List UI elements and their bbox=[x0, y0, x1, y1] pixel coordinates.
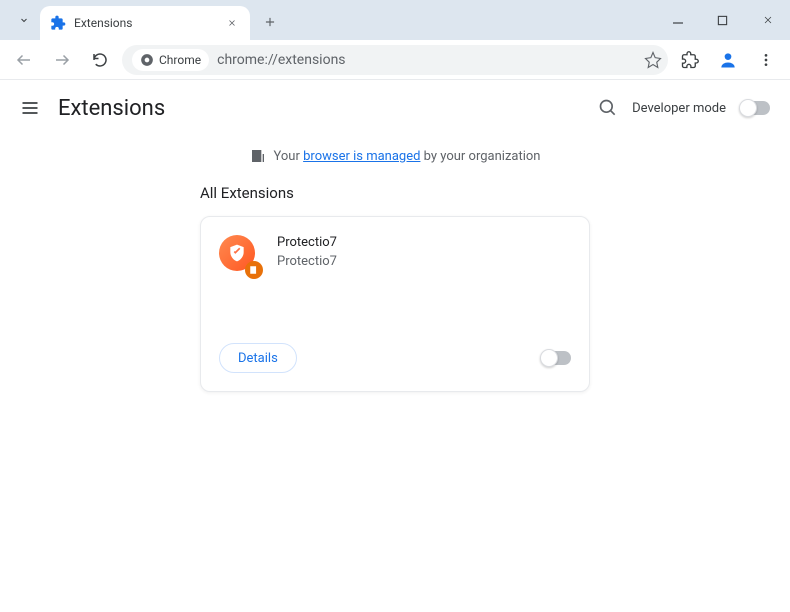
reload-button[interactable] bbox=[84, 44, 116, 76]
managed-badge-icon bbox=[245, 261, 263, 279]
maximize-icon bbox=[717, 15, 728, 26]
person-icon bbox=[718, 50, 738, 70]
extension-name: Protectio7 bbox=[277, 235, 337, 250]
address-bar[interactable]: Chrome chrome://extensions bbox=[122, 45, 668, 75]
maximize-button[interactable] bbox=[700, 0, 745, 40]
puzzle-icon bbox=[681, 51, 699, 69]
dev-mode-label: Developer mode bbox=[632, 101, 726, 116]
close-icon bbox=[227, 18, 237, 28]
tab-strip: Extensions bbox=[0, 0, 790, 40]
profile-button[interactable] bbox=[712, 44, 744, 76]
arrow-left-icon bbox=[15, 51, 33, 69]
reload-icon bbox=[91, 51, 109, 69]
chrome-icon bbox=[140, 53, 154, 67]
back-button[interactable] bbox=[8, 44, 40, 76]
extensions-button[interactable] bbox=[674, 44, 706, 76]
managed-banner: Your browser is managed by your organiza… bbox=[0, 136, 790, 184]
close-window-button[interactable] bbox=[745, 0, 790, 40]
building-icon bbox=[250, 148, 266, 164]
extension-card: Protectio7 Protectio7 Details bbox=[200, 216, 590, 392]
menu-toggle[interactable] bbox=[20, 98, 40, 118]
new-tab-button[interactable] bbox=[256, 8, 284, 36]
browser-toolbar: Chrome chrome://extensions bbox=[0, 40, 790, 80]
minimize-button[interactable] bbox=[655, 0, 700, 40]
kebab-icon bbox=[758, 52, 774, 68]
details-button[interactable]: Details bbox=[219, 343, 297, 373]
extension-toggle[interactable] bbox=[541, 351, 571, 365]
star-icon bbox=[644, 51, 662, 69]
extension-description: Protectio7 bbox=[277, 254, 337, 269]
managed-link[interactable]: browser is managed bbox=[303, 149, 420, 164]
chip-label: Chrome bbox=[159, 53, 201, 67]
menu-button[interactable] bbox=[750, 44, 782, 76]
plus-icon bbox=[263, 15, 277, 29]
extensions-header: Extensions Developer mode bbox=[0, 80, 790, 136]
close-icon bbox=[762, 14, 774, 26]
extension-icon bbox=[219, 235, 259, 275]
dev-mode-toggle[interactable] bbox=[740, 101, 770, 115]
tab-title: Extensions bbox=[74, 16, 132, 30]
site-chip[interactable]: Chrome bbox=[132, 49, 209, 71]
puzzle-icon bbox=[50, 15, 66, 31]
close-tab-button[interactable] bbox=[224, 15, 240, 31]
search-button[interactable] bbox=[598, 98, 618, 118]
section-title: All Extensions bbox=[200, 184, 590, 202]
tab-search-dropdown[interactable] bbox=[8, 4, 40, 36]
url-text: chrome://extensions bbox=[217, 52, 345, 68]
chevron-down-icon bbox=[18, 14, 30, 26]
page-title: Extensions bbox=[58, 96, 165, 121]
hamburger-icon bbox=[20, 98, 40, 118]
browser-tab[interactable]: Extensions bbox=[40, 6, 250, 40]
window-controls bbox=[655, 0, 790, 40]
minimize-icon bbox=[672, 14, 684, 26]
arrow-right-icon bbox=[53, 51, 71, 69]
search-icon bbox=[598, 98, 618, 118]
managed-suffix: by your organization bbox=[420, 149, 540, 164]
extensions-content: All Extensions Protectio7 Protectio7 Det… bbox=[0, 184, 790, 392]
forward-button[interactable] bbox=[46, 44, 78, 76]
managed-prefix: Your bbox=[274, 149, 304, 164]
bookmark-button[interactable] bbox=[644, 51, 662, 69]
